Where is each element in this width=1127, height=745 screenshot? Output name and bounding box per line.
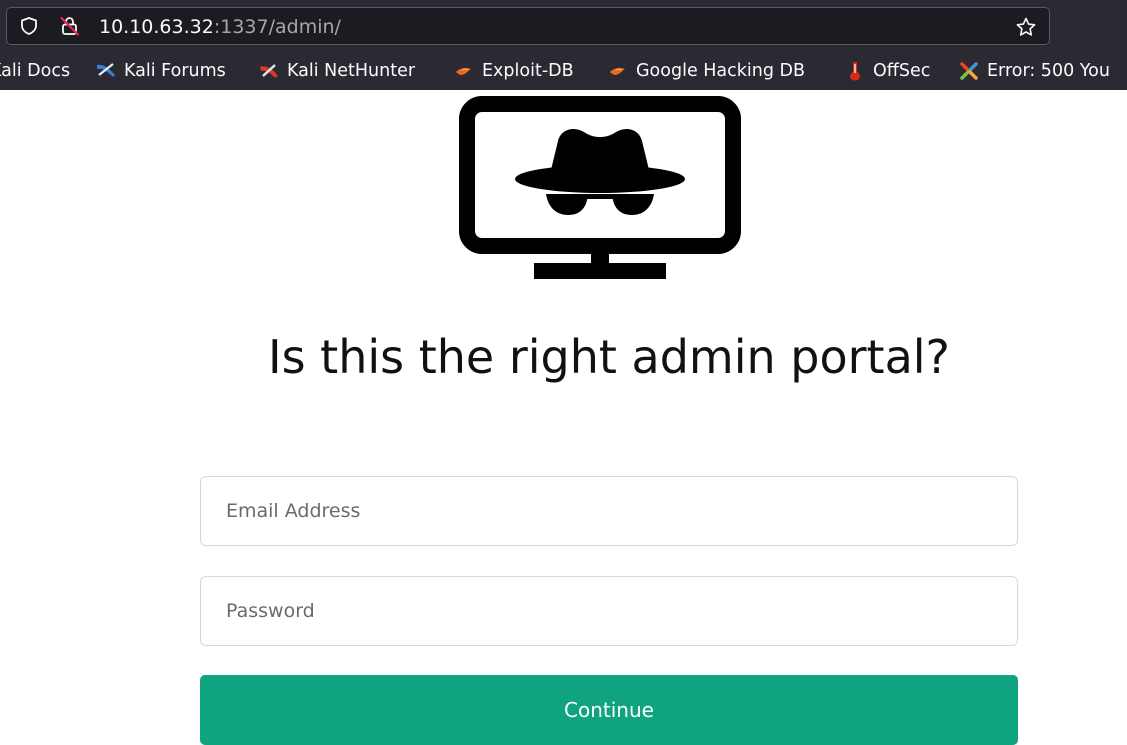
bookmark-label: Kali NetHunter [287,61,416,81]
exploit-db-icon [456,68,471,75]
bookmark-label: Google Hacking DB [636,61,806,81]
url-bar[interactable]: 10.10.63.32:1337/admin/ [6,7,1050,45]
joomla-icon [960,62,978,80]
bookmark-label: Exploit-DB [482,61,574,81]
url-path: :1337/admin/ [213,16,341,38]
kali-forums-icon [97,63,115,77]
page-title: Is this the right admin portal? [268,330,950,384]
bookmark-error-500[interactable]: Error: 500 You [958,60,1110,82]
bookmark-kali-docs[interactable]: Kali Docs [0,60,70,82]
browser-chrome: 10.10.63.32:1337/admin/ Kali Docs Kali F… [0,0,1127,90]
bookmark-label: Kali Forums [124,61,226,81]
ghdb-icon [610,68,625,75]
email-field[interactable] [200,476,1018,546]
url-host: 10.10.63.32 [99,16,214,38]
continue-button[interactable]: Continue [200,675,1018,745]
shield-icon[interactable] [19,16,39,36]
spy-monitor-icon [459,96,741,279]
spy-monitor-logo [458,95,742,281]
bookmark-google-hacking-db[interactable]: Google Hacking DB [607,60,805,82]
bookmark-label: Kali Docs [0,61,71,81]
url-text[interactable]: 10.10.63.32:1337/admin/ [99,16,341,38]
bookmark-kali-forums[interactable]: Kali Forums [95,60,226,82]
lock-insecure-icon[interactable] [59,15,81,37]
kali-nethunter-icon [260,64,278,78]
star-icon[interactable] [1015,16,1037,38]
offsec-icon [850,62,860,81]
bookmark-label: OffSec [873,61,931,81]
bookmark-label: Error: 500 You [987,61,1110,81]
bookmark-offsec[interactable]: OffSec [844,60,930,82]
bookmark-kali-nethunter[interactable]: Kali NetHunter [258,60,415,82]
bookmarks-toolbar: Kali Docs Kali Forums Kali NetHunter Exp… [0,52,1127,88]
password-field[interactable] [200,576,1018,646]
bookmark-exploit-db[interactable]: Exploit-DB [453,60,574,82]
